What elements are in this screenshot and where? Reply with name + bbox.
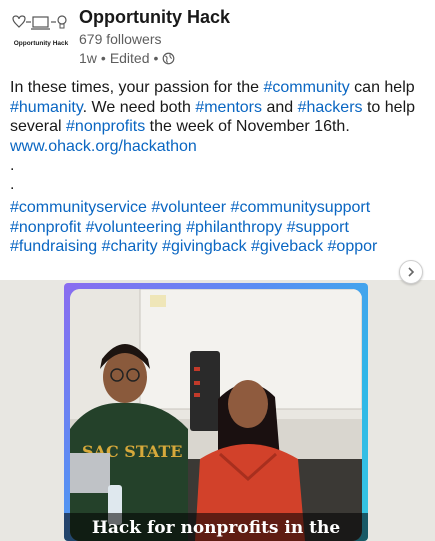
group-photo: SAC STATE	[70, 289, 362, 541]
image-caption: Hack for nonprofits in the	[64, 513, 368, 541]
separator-dot: .	[10, 176, 15, 193]
hashtag-line[interactable]: #nonprofit #volunteering #philanthropy #…	[10, 218, 420, 238]
edited-label: Edited	[109, 50, 150, 66]
post-text: . We need both	[82, 98, 196, 116]
hashtag-link[interactable]: #mentors	[195, 99, 262, 116]
post-meta: 1w • Edited •	[79, 50, 175, 66]
post-paragraph: In these times, your passion for the #co…	[10, 78, 430, 137]
hashtag-block: #communityservice #volunteer #communitys…	[10, 198, 430, 257]
photo-illustration: SAC STATE	[70, 289, 362, 541]
chevron-right-icon	[408, 267, 415, 277]
logo-icon	[12, 15, 67, 30]
hashtag-link[interactable]: #community	[263, 79, 349, 96]
meta-separator: •	[100, 50, 106, 66]
company-logo[interactable]: Opportunity Hack	[10, 14, 72, 54]
logo-text: Opportunity Hack	[13, 40, 69, 47]
follower-count: 679 followers	[79, 31, 162, 47]
post-text: the week of November 16th.	[145, 118, 350, 135]
carousel-next-button[interactable]	[399, 260, 423, 284]
post-age: 1w	[79, 50, 97, 66]
hashtag-line[interactable]: #fundraising #charity #givingback #giveb…	[10, 237, 420, 257]
hashtag-link[interactable]: #hackers	[298, 99, 363, 116]
hashtag-link[interactable]: #nonprofits	[66, 118, 145, 135]
post-text: and	[262, 98, 298, 116]
globe-icon	[163, 52, 175, 64]
company-name[interactable]: Opportunity Hack	[79, 7, 230, 28]
hackathon-link[interactable]: www.ohack.org/hackathon	[10, 137, 430, 157]
hashtag-line[interactable]: #communityservice #volunteer #communitys…	[10, 198, 420, 218]
carousel-image[interactable]: SAC STATE Hack for nonprofits in the	[64, 283, 368, 541]
post-text: In these times, your passion for the	[10, 79, 264, 96]
separator-dot: .	[10, 157, 15, 174]
meta-separator: •	[153, 50, 159, 66]
post-body: In these times, your passion for the #co…	[10, 78, 430, 257]
post-text: can help	[349, 79, 415, 96]
hashtag-link[interactable]: #humanity	[10, 99, 83, 116]
post-header: Opportunity Hack Opportunity Hack 679 fo…	[0, 0, 435, 72]
